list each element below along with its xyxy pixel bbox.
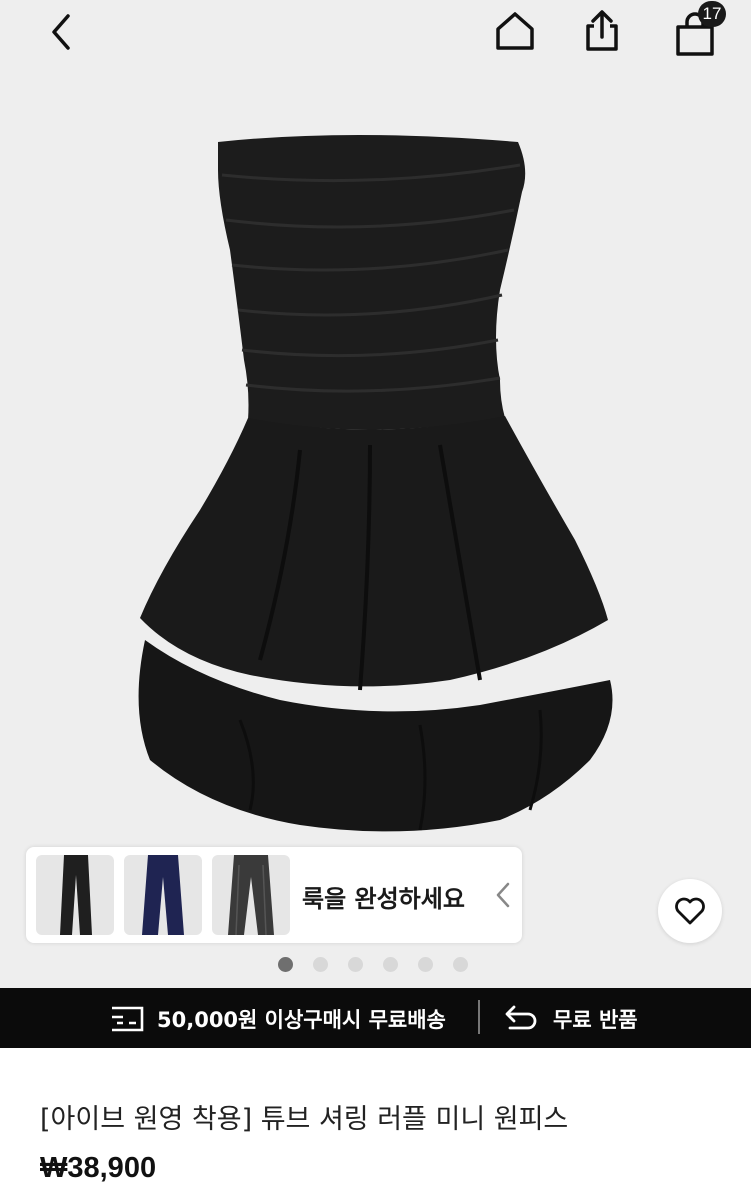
return-arrow-icon (505, 1005, 537, 1030)
black-pants-icon (60, 855, 92, 935)
navy-pants-icon (142, 855, 184, 935)
dress-image (138, 135, 613, 832)
complete-look-panel[interactable]: 룩을 완성하세요 (26, 847, 522, 943)
share-button[interactable] (574, 6, 630, 56)
product-image-area[interactable]: 17 룩을 완성하세요 (0, 0, 751, 988)
cart-button[interactable]: 17 (660, 1, 730, 58)
collapse-look-button[interactable] (488, 877, 518, 913)
delivery-truck-icon (112, 1006, 144, 1032)
look-thumbnail-black-pants[interactable] (36, 855, 114, 935)
chevron-left-icon (52, 14, 70, 50)
wishlist-button[interactable] (658, 879, 722, 943)
carousel-dot[interactable] (313, 957, 328, 972)
carousel-dot[interactable] (348, 957, 363, 972)
share-icon (586, 10, 618, 51)
free-return-text: 무료 반품 (553, 1008, 638, 1032)
product-price: ₩38,900 (40, 1152, 157, 1184)
look-thumbnail-navy-pants[interactable] (124, 855, 202, 935)
cart-count-badge: 17 (698, 1, 726, 27)
carousel-dot[interactable] (278, 957, 293, 972)
home-button[interactable] (488, 6, 542, 56)
free-shipping-text: 50,000원 이상구매시 무료배송 (157, 1008, 446, 1032)
carousel-dot[interactable] (383, 957, 398, 972)
chevron-left-icon (496, 882, 510, 908)
back-button[interactable] (34, 8, 88, 56)
look-thumbnail-charcoal-pants[interactable] (212, 855, 290, 935)
charcoal-pants-icon (228, 855, 274, 935)
heart-icon (675, 897, 705, 925)
product-title: [아이브 원영 착용] 튜브 셔링 러플 미니 원피스 (40, 1104, 569, 1135)
complete-look-label: 룩을 완성하세요 (302, 885, 465, 913)
home-icon (496, 12, 534, 50)
benefits-bar: 50,000원 이상구매시 무료배송 무료 반품 (0, 988, 751, 1048)
divider (478, 1000, 480, 1034)
carousel-dot[interactable] (418, 957, 433, 972)
carousel-indicator (278, 957, 468, 972)
carousel-dot[interactable] (453, 957, 468, 972)
